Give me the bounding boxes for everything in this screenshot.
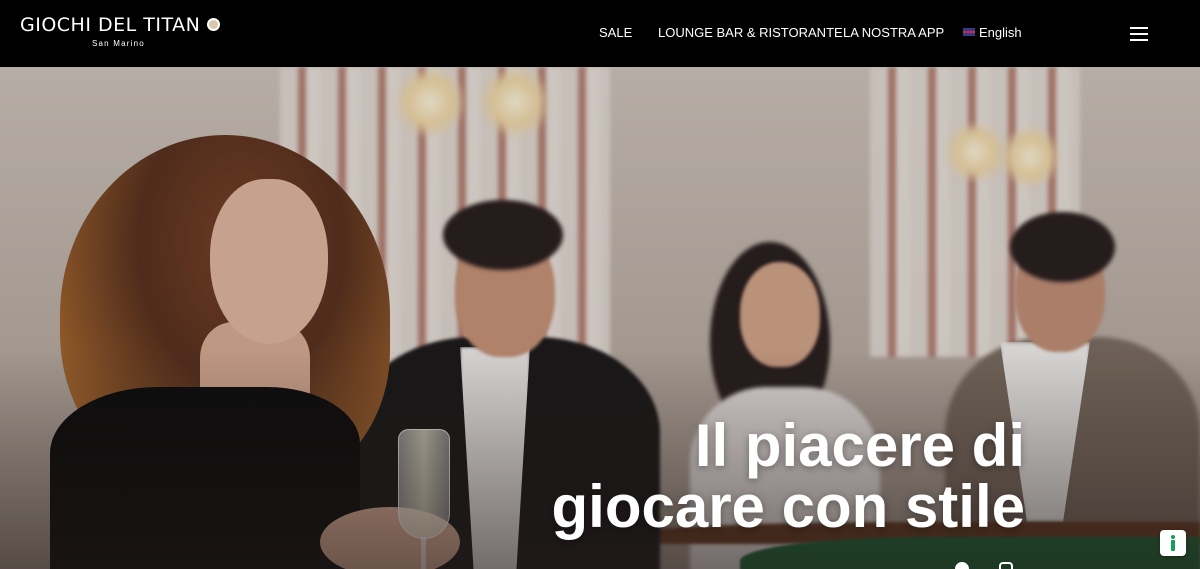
accessibility-icon <box>1168 535 1178 551</box>
site-header: GIOCHI DEL TITAN San Marino SALE LOUNGE … <box>0 0 1200 67</box>
hero-title-line1: Il piacere di <box>694 412 1025 479</box>
facebook-icon[interactable] <box>955 562 969 569</box>
language-label: English <box>979 25 1022 40</box>
casino-chip-icon <box>207 18 220 31</box>
instagram-icon[interactable] <box>999 562 1013 569</box>
logo-subtext: San Marino <box>92 39 145 48</box>
hero-title-line2: giocare con stile <box>551 473 1026 540</box>
site-logo[interactable]: GIOCHI DEL TITAN San Marino <box>20 14 220 52</box>
nav-lounge-link[interactable]: LOUNGE BAR & RISTORANTE <box>658 25 843 40</box>
hero-title: Il piacere di giocare con stile <box>552 415 1026 537</box>
logo-text: GIOCHI DEL TITAN <box>20 14 201 36</box>
flag-icon <box>963 28 975 36</box>
language-switcher[interactable]: English <box>963 25 1022 40</box>
accessibility-button[interactable] <box>1160 530 1186 556</box>
nav-sale-link[interactable]: SALE <box>599 25 632 40</box>
hero-banner: Il piacere di giocare con stile <box>0 67 1200 569</box>
menu-hamburger-icon[interactable] <box>1130 27 1148 41</box>
nav-app-link[interactable]: LA NOSTRA APP <box>843 25 944 40</box>
